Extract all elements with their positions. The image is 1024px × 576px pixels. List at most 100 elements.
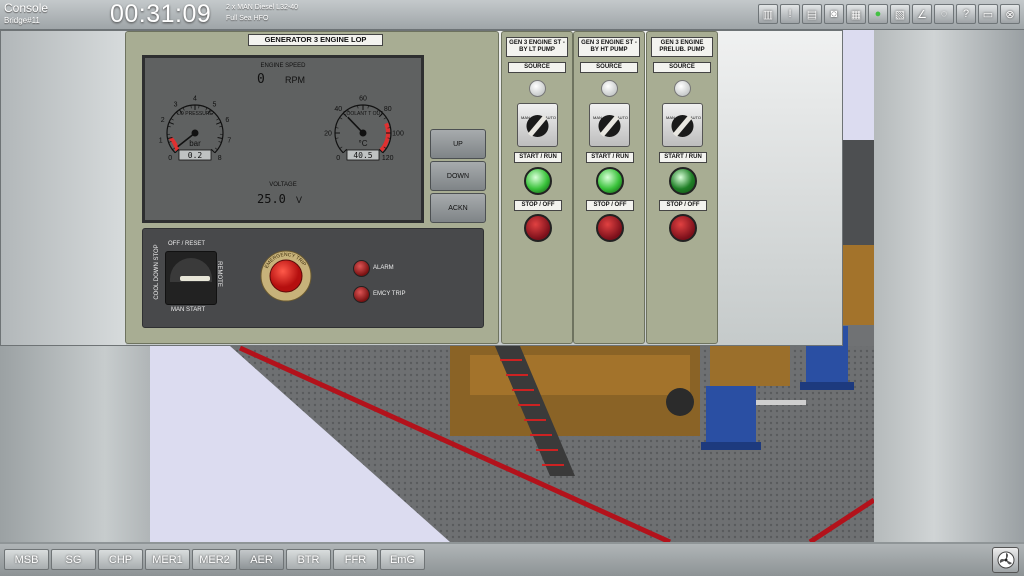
station-label: Bridge#11: [4, 16, 40, 25]
document-icon[interactable]: ▧: [890, 4, 910, 24]
source-indicator-lamp: [601, 80, 618, 97]
tab-msb[interactable]: MSB: [4, 549, 49, 570]
lo_pressure-tick-label: 6: [225, 117, 229, 124]
pump-title: GEN 3 ENGINE ST - BY HT PUMP: [578, 37, 640, 57]
man-label: MAN: [593, 115, 602, 120]
scene-wall-right: [874, 30, 1024, 542]
view-3d-icon[interactable]: ▦: [846, 4, 866, 24]
coolant-gauge-label: COOLANT T OUT: [343, 111, 383, 117]
coolant-tick-label: 20: [324, 131, 332, 138]
stop-off-label: STOP / OFF: [586, 200, 634, 211]
man-auto-selector[interactable]: MAN AUTO: [589, 103, 630, 147]
lo_pressure-tick-label: 5: [212, 101, 216, 108]
app-window: Console Bridge#11 00:31:09 2 x MAN Diese…: [0, 0, 1024, 576]
source-indicator-lamp: [674, 80, 691, 97]
sim-clock: 00:31:09: [110, 0, 212, 28]
lo_pressure-tick-label: 8: [218, 155, 222, 162]
lo_pressure-readout: 0.2: [188, 151, 203, 160]
alarm-lamp: [353, 260, 370, 277]
lo_pressure-tick-label: 7: [227, 137, 231, 144]
camera-icon[interactable]: ◙: [824, 4, 844, 24]
alarm-list-icon[interactable]: !: [780, 4, 800, 24]
coolant-tick-label: 100: [392, 131, 404, 138]
tab-ffr[interactable]: FFR: [333, 549, 378, 570]
alarm-label: ALARM: [373, 265, 394, 271]
tab-emg[interactable]: EmG: [380, 549, 425, 570]
source-label: SOURCE: [508, 62, 566, 73]
control-panel: OFF / RESET COOL DOWN STOP REMOTE MAN ST…: [142, 228, 484, 328]
sim-control-icon[interactable]: ▥: [758, 4, 778, 24]
ackn-button[interactable]: ACKN: [430, 193, 486, 223]
stop-off-label: STOP / OFF: [659, 200, 707, 211]
switch-man-start-label: MAN START: [171, 307, 206, 313]
start-run-button[interactable]: [524, 167, 552, 195]
mode-selector-switch[interactable]: [165, 251, 217, 305]
lo_pressure-tick-label: 3: [174, 101, 178, 108]
stop-off-label: STOP / OFF: [514, 200, 562, 211]
stop-off-button[interactable]: [669, 214, 697, 242]
tab-mer2[interactable]: MER2: [192, 549, 237, 570]
lo_pressure-tick-label: 4: [193, 96, 197, 103]
pump-title: GEN 3 ENGINE PRELUB. PUMP: [651, 37, 713, 57]
save-icon[interactable]: ▤: [802, 4, 822, 24]
selector-handle: [180, 276, 210, 281]
close-icon[interactable]: ⊗: [1000, 4, 1020, 24]
auto-label: AUTO: [617, 115, 628, 120]
man-label: MAN: [521, 115, 530, 120]
pump-panel: GEN 3 ENGINE ST - BY HT PUMP SOURCE MAN AUT…: [573, 31, 645, 344]
tab-sg[interactable]: SG: [51, 549, 96, 570]
coolant-tick-label: 0: [336, 155, 340, 162]
start-run-label: START / RUN: [514, 152, 562, 163]
pump-panel: GEN 3 ENGINE PRELUB. PUMP SOURCE MAN AUTO ST…: [646, 31, 718, 344]
bottom-bar: MSB SG CHP MER1 MER2 AER BTR FFR EmG: [0, 544, 1024, 576]
up-button[interactable]: UP: [430, 129, 486, 159]
print-icon[interactable]: ▭: [978, 4, 998, 24]
tab-btr[interactable]: BTR: [286, 549, 331, 570]
coolant-tick-label: 120: [382, 155, 394, 162]
start-run-label: START / RUN: [586, 152, 634, 163]
pump-title: GEN 3 ENGINE ST - BY LT PUMP: [506, 37, 568, 57]
coolant-tick-label: 80: [384, 106, 392, 113]
trend-icon[interactable]: ∠: [912, 4, 932, 24]
start-run-button[interactable]: [669, 167, 697, 195]
man-auto-selector[interactable]: MAN AUTO: [662, 103, 703, 147]
auto-label: AUTO: [545, 115, 556, 120]
lo_pressure-gauge: 0 1 2 3 4 5 6 7 8 LO PRESSURE bar 0.2: [159, 96, 232, 163]
switch-off-reset-label: OFF / RESET: [168, 241, 206, 247]
lo_pressure-unit: bar: [189, 139, 201, 148]
emcy-trip-label: EMCY TRIP: [373, 291, 406, 297]
voltage-unit: V: [296, 195, 303, 205]
fan-icon[interactable]: [992, 547, 1019, 573]
gauge-screen: ENGINE SPEED 0 RPM 0 1 2 3 4 5 6 7 8 LO PRESSURE b…: [142, 55, 424, 223]
chat-icon[interactable]: ◌: [934, 4, 954, 24]
stop-off-button[interactable]: [596, 214, 624, 242]
fuel-mode-label: Full Sea HFO: [226, 15, 269, 22]
lo_pressure-gauge-label: LO PRESSURE: [177, 111, 213, 117]
voltage-value: 25.0: [257, 192, 286, 206]
start-run-label: START / RUN: [659, 152, 707, 163]
source-label: SOURCE: [580, 62, 638, 73]
green-status-icon[interactable]: ●: [868, 4, 888, 24]
coolant-readout: 40.5: [353, 151, 372, 160]
tab-aer[interactable]: AER: [239, 549, 284, 570]
man-label: MAN: [666, 115, 675, 120]
source-label: SOURCE: [653, 62, 711, 73]
cooler-unit: [706, 386, 756, 446]
lop-title: GENERATOR 3 ENGINE LOP: [248, 34, 383, 46]
tab-mer1[interactable]: MER1: [145, 549, 190, 570]
toolbar: ▥! ▤ ◙ ▦ ● ▧ ∠ ◌? ▭ ⊗: [758, 4, 1020, 24]
lo_pressure-tick-label: 1: [159, 137, 163, 144]
stop-off-button[interactable]: [524, 214, 552, 242]
coolant-tick-label: 60: [359, 96, 367, 103]
emergency-trip-button[interactable]: EMERGENCY TRIP: [259, 249, 313, 303]
coolant-gauge: 0 20 40 60 80 100 120 COOLANT T OUT °C 40.5: [324, 96, 404, 163]
emcy-trip-lamp: [353, 286, 370, 303]
lo_pressure-tick-label: 2: [161, 117, 165, 124]
top-bar: Console Bridge#11 00:31:09 2 x MAN Diese…: [0, 0, 1024, 30]
man-auto-selector[interactable]: MAN AUTO: [517, 103, 558, 147]
tab-chp[interactable]: CHP: [98, 549, 143, 570]
start-run-button[interactable]: [596, 167, 624, 195]
down-button[interactable]: DOWN: [430, 161, 486, 191]
switch-cool-down-label: COOL DOWN STOP: [154, 244, 160, 300]
help-icon[interactable]: ?: [956, 4, 976, 24]
